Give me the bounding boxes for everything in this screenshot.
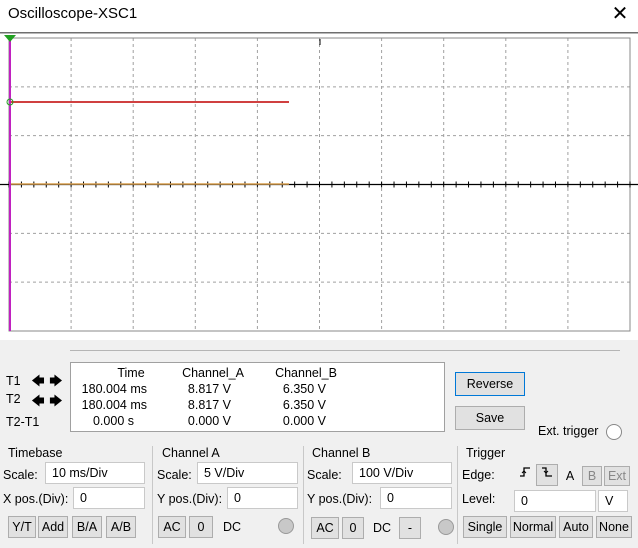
trigger-level-field[interactable]: 0: [514, 490, 596, 512]
t2-label: T2: [6, 392, 21, 406]
trigger-level-label: Level:: [462, 492, 496, 506]
t1-left-arrow-icon[interactable]: 🡄: [30, 373, 46, 389]
window-title: Oscilloscope-XSC1: [8, 5, 138, 22]
timebase-scale-field[interactable]: 10 ms/Div: [45, 462, 145, 484]
yt-button[interactable]: Y/T: [8, 516, 36, 538]
channel-a-ypos-field[interactable]: 0: [227, 487, 298, 509]
header-time: Time: [117, 366, 145, 380]
channel-a-title: Channel A: [162, 446, 220, 460]
divider: [70, 350, 620, 351]
diff-time: 0.000 s: [92, 414, 134, 428]
readout-table: Time Channel_A Channel_B 180.004 ms 8.81…: [70, 362, 445, 432]
t1-channel-a: 8.817 V: [187, 382, 231, 396]
t1-label: T1: [6, 374, 21, 388]
channel-b-ypos-label: Y pos.(Div):: [307, 492, 373, 506]
ba-button[interactable]: B/A: [72, 516, 102, 538]
t2-left-arrow-icon[interactable]: 🡄: [30, 393, 46, 409]
channel-a-scale-field[interactable]: 5 V/Div: [197, 462, 298, 484]
t1-right-arrow-icon[interactable]: 🡆: [48, 373, 64, 389]
channel-a-ypos-label: Y pos.(Div):: [157, 492, 223, 506]
t2-t1-label: T2-T1: [6, 415, 40, 429]
separator: [152, 446, 153, 544]
header-channel-a: Channel_A: [182, 366, 244, 380]
trigger-source-ext-button[interactable]: Ext: [604, 466, 630, 486]
trigger-edge-label: Edge:: [462, 468, 495, 482]
separator: [457, 446, 458, 544]
rising-edge-icon[interactable]: [514, 464, 536, 486]
channel-a-dc-button[interactable]: DC: [218, 516, 246, 538]
ext-trigger-label: Ext. trigger: [538, 424, 599, 438]
t2-right-arrow-icon[interactable]: 🡆: [48, 393, 64, 409]
none-button[interactable]: None: [596, 516, 632, 538]
trigger-source-b-button[interactable]: B: [582, 466, 602, 486]
channel-b-scale-label: Scale:: [307, 468, 342, 482]
t2-channel-a: 8.817 V: [187, 398, 231, 412]
normal-button[interactable]: Normal: [510, 516, 556, 538]
t1-channel-b: 6.350 V: [282, 382, 326, 396]
channel-b-terminal[interactable]: [438, 519, 454, 535]
channel-b-scale-field[interactable]: 100 V/Div: [352, 462, 452, 484]
ab-button[interactable]: A/B: [106, 516, 136, 538]
channel-b-ypos-field[interactable]: 0: [380, 487, 452, 509]
channel-a-scale-label: Scale:: [157, 468, 192, 482]
separator: [303, 446, 304, 544]
channel-b-dc-button[interactable]: DC: [368, 517, 396, 539]
timebase-xpos-label: X pos.(Div):: [3, 492, 69, 506]
diff-channel-a: 0.000 V: [187, 414, 231, 428]
trigger-level-unit[interactable]: V: [598, 490, 628, 512]
header-channel-b: Channel_B: [275, 366, 337, 380]
diff-channel-b: 0.000 V: [282, 414, 326, 428]
timebase-title: Timebase: [8, 446, 63, 460]
channel-b-minus-button[interactable]: -: [399, 517, 421, 539]
channel-a-terminal[interactable]: [278, 518, 294, 534]
falling-edge-icon[interactable]: [536, 464, 558, 486]
timebase-scale-label: Scale:: [3, 468, 38, 482]
trigger-title: Trigger: [466, 446, 506, 460]
timebase-xpos-field[interactable]: 0: [73, 487, 145, 509]
auto-button[interactable]: Auto: [559, 516, 593, 538]
channel-b-title: Channel B: [312, 446, 371, 460]
trigger-source-a-button[interactable]: A: [560, 466, 580, 486]
save-button[interactable]: Save: [455, 406, 525, 430]
close-icon[interactable]: ✕: [607, 1, 633, 27]
channel-b-zero-button[interactable]: 0: [342, 517, 364, 539]
channel-b-ac-button[interactable]: AC: [311, 517, 339, 539]
channel-a-zero-button[interactable]: 0: [189, 516, 213, 538]
t2-channel-b: 6.350 V: [282, 398, 326, 412]
t1-time: 180.004 ms: [81, 382, 147, 396]
single-button[interactable]: Single: [463, 516, 507, 538]
scope-display: [0, 32, 638, 338]
add-button[interactable]: Add: [38, 516, 68, 538]
reverse-button[interactable]: Reverse: [455, 372, 525, 396]
ext-trigger-terminal[interactable]: [606, 424, 622, 440]
channel-a-ac-button[interactable]: AC: [158, 516, 186, 538]
t2-time: 180.004 ms: [81, 398, 147, 412]
